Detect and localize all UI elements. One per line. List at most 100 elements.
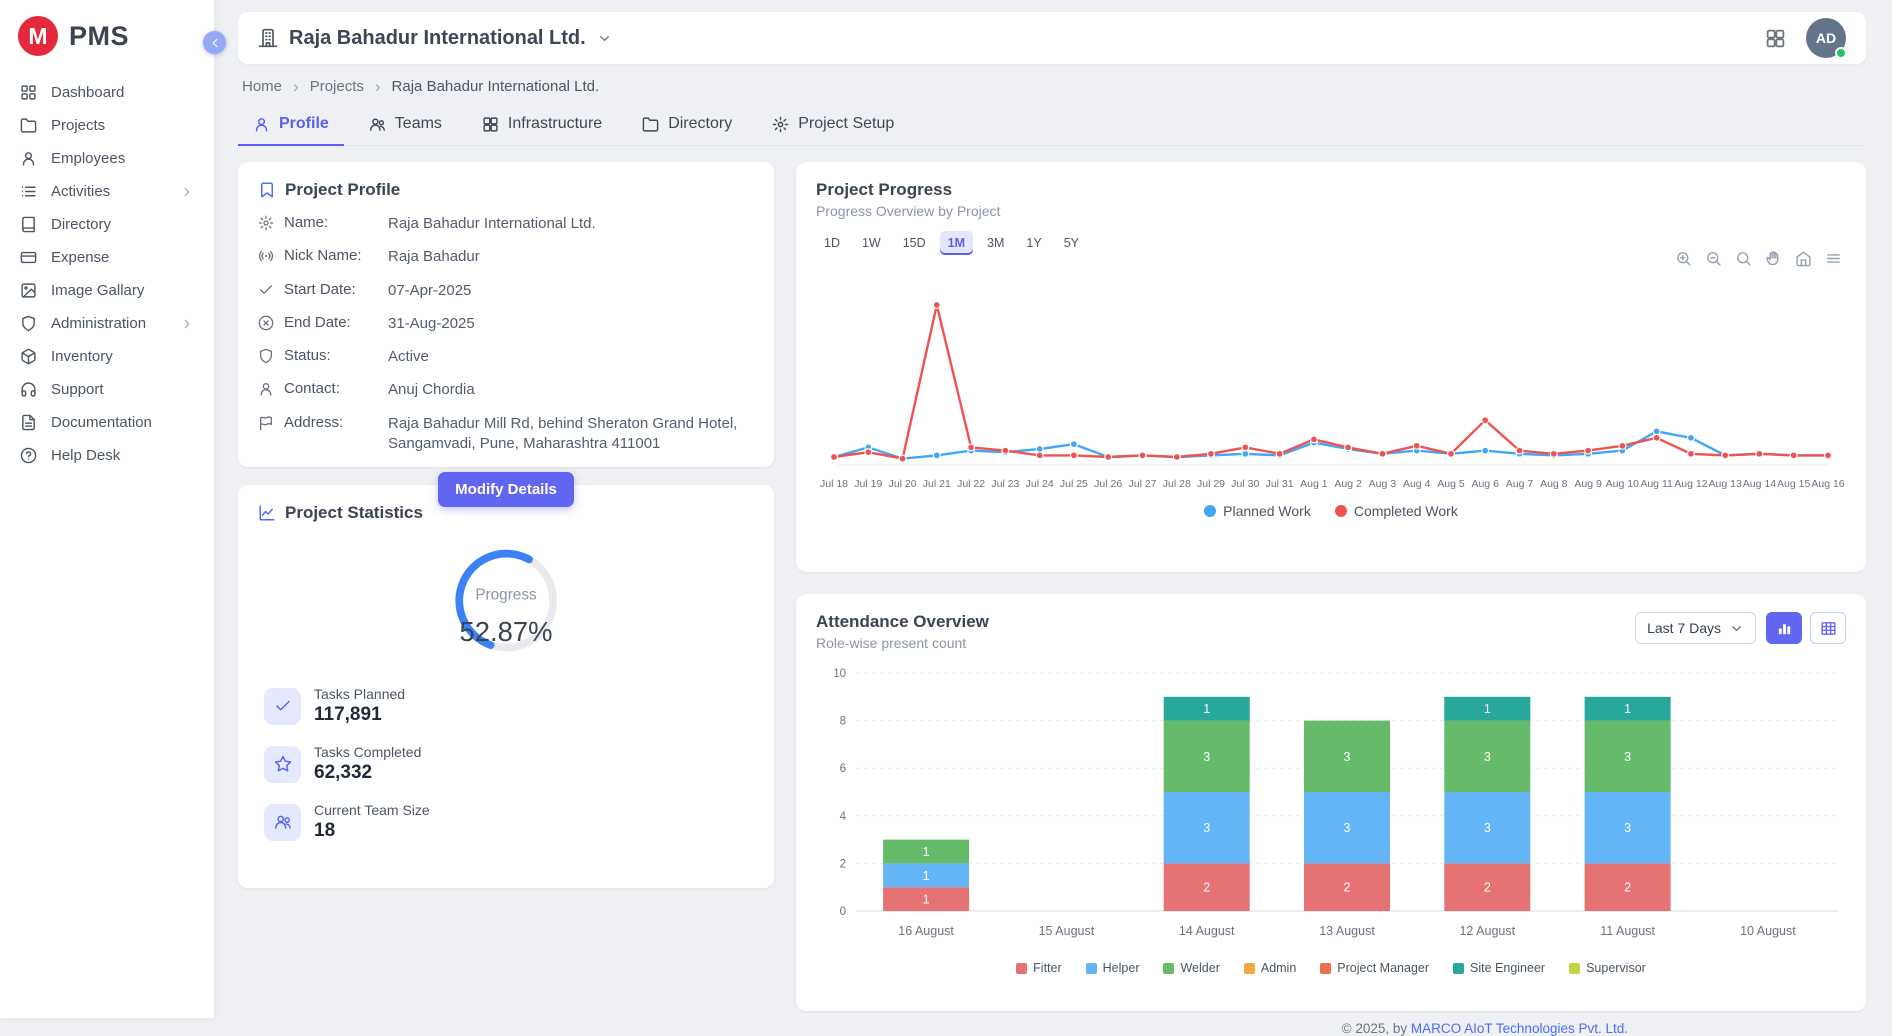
breadcrumb-separator: › [375, 78, 381, 95]
breadcrumb-home[interactable]: Home [242, 78, 282, 95]
sidebar-item-administration[interactable]: Administration [0, 307, 214, 340]
legend-item-fitter[interactable]: Fitter [1016, 961, 1061, 975]
sidebar-collapse-button[interactable] [203, 31, 226, 54]
zoom-in-icon[interactable] [1675, 250, 1692, 267]
sidebar-item-label: Expense [51, 249, 109, 266]
attendance-bar-chart[interactable]: 024681016 August11115 August14 August233… [816, 659, 1846, 959]
chevron-down-icon [597, 31, 612, 46]
range-button-1m[interactable]: 1M [940, 231, 973, 255]
users-icon [369, 116, 386, 133]
sidebar-item-directory[interactable]: Directory [0, 208, 214, 241]
legend-item-admin[interactable]: Admin [1244, 961, 1296, 975]
chevron-down-icon [597, 31, 612, 46]
modify-details-button[interactable]: Modify Details [438, 472, 574, 507]
legend-swatch [1453, 963, 1464, 974]
range-button-1w[interactable]: 1W [854, 231, 889, 255]
field-value: 07-Apr-2025 [388, 281, 754, 301]
tab-teams[interactable]: Teams [354, 105, 457, 146]
svg-text:2: 2 [1624, 881, 1631, 895]
sidebar-item-inventory[interactable]: Inventory [0, 340, 214, 373]
tab-project-setup[interactable]: Project Setup [757, 105, 909, 146]
range-button-1y[interactable]: 1Y [1018, 231, 1049, 255]
svg-text:Aug 13: Aug 13 [1709, 478, 1742, 490]
chevron-right-icon [180, 185, 194, 199]
svg-text:Jul 31: Jul 31 [1266, 478, 1294, 490]
legend-item-helper[interactable]: Helper [1086, 961, 1140, 975]
legend-item-completed-work[interactable]: Completed Work [1335, 503, 1458, 519]
sidebar-item-label: Directory [51, 216, 111, 233]
tab-profile[interactable]: Profile [238, 105, 344, 146]
user-avatar[interactable]: AD [1806, 18, 1846, 58]
sidebar-item-employees[interactable]: Employees [0, 142, 214, 175]
range-button-5y[interactable]: 5Y [1056, 231, 1087, 255]
company-selector[interactable]: Raja Bahadur International Ltd. [258, 27, 612, 50]
sidebar-item-label: Help Desk [51, 447, 120, 464]
range-button-3m[interactable]: 3M [979, 231, 1012, 255]
sidebar-item-support[interactable]: Support [0, 373, 214, 406]
svg-text:13 August: 13 August [1319, 924, 1375, 938]
field-label: Contact: [284, 380, 378, 397]
users-badge [264, 804, 301, 841]
legend-swatch [1244, 963, 1255, 974]
svg-text:Aug 2: Aug 2 [1334, 478, 1362, 490]
check-icon [274, 697, 292, 715]
sidebar-item-activities[interactable]: Activities [0, 175, 214, 208]
legend-item-planned-work[interactable]: Planned Work [1204, 503, 1311, 519]
tab-infrastructure[interactable]: Infrastructure [467, 105, 617, 146]
svg-text:10: 10 [833, 668, 846, 680]
zoom-out-icon [1705, 250, 1722, 267]
legend-swatch [1320, 963, 1331, 974]
pan-icon[interactable] [1765, 250, 1782, 267]
view-toggle-bar-chart[interactable] [1766, 612, 1802, 644]
tab-label: Infrastructure [508, 115, 602, 133]
svg-text:Jul 25: Jul 25 [1060, 478, 1088, 490]
svg-text:Aug 12: Aug 12 [1674, 478, 1707, 490]
chevron-down-icon [1729, 621, 1744, 636]
sidebar-item-label: Activities [51, 183, 110, 200]
menu-icon[interactable] [1825, 250, 1842, 267]
chevron-right-icon [180, 185, 194, 199]
sidebar: M PMS DashboardProjectsEmployeesActiviti… [0, 0, 214, 1018]
sidebar-item-label: Inventory [51, 348, 113, 365]
svg-text:Jul 19: Jul 19 [854, 478, 882, 490]
legend-label: Admin [1261, 961, 1296, 975]
stat-label: Tasks Planned [314, 686, 405, 702]
zoom-out-icon[interactable] [1705, 250, 1722, 267]
svg-text:3: 3 [1484, 821, 1491, 835]
apps-grid-button[interactable] [1765, 28, 1786, 49]
sidebar-item-dashboard[interactable]: Dashboard [0, 76, 214, 109]
stat-label: Current Team Size [314, 802, 430, 818]
legend-item-project-manager[interactable]: Project Manager [1320, 961, 1429, 975]
profile-field-status: Status:Active [258, 347, 754, 367]
sidebar-item-projects[interactable]: Projects [0, 109, 214, 142]
legend-item-site-engineer[interactable]: Site Engineer [1453, 961, 1545, 975]
home-icon[interactable] [1795, 250, 1812, 267]
sidebar-item-documentation[interactable]: Documentation [0, 406, 214, 439]
sidebar-item-help-desk[interactable]: Help Desk [0, 439, 214, 472]
svg-text:10 August: 10 August [1740, 924, 1796, 938]
legend-swatch [1086, 963, 1097, 974]
range-button-15d[interactable]: 15D [895, 231, 934, 255]
star-icon [274, 755, 292, 773]
zoom-selection-icon[interactable] [1735, 250, 1752, 267]
range-button-1d[interactable]: 1D [816, 231, 848, 255]
sidebar-item-label: Documentation [51, 414, 152, 431]
search-icon [1735, 250, 1752, 267]
project-profile-card: Project Profile Name:Raja Bahadur Intern… [238, 162, 774, 467]
legend-item-supervisor[interactable]: Supervisor [1569, 961, 1646, 975]
profile-field-name: Name:Raja Bahadur International Ltd. [258, 214, 754, 234]
sidebar-item-label: Employees [51, 150, 125, 167]
footer-link[interactable]: MARCO AIoT Technologies Pvt. Ltd. [1411, 1021, 1628, 1036]
legend-item-welder[interactable]: Welder [1163, 961, 1219, 975]
view-toggle-table[interactable] [1810, 612, 1846, 644]
sidebar-item-image-gallary[interactable]: Image Gallary [0, 274, 214, 307]
circle-x-icon [258, 315, 274, 331]
field-label: Start Date: [284, 281, 378, 298]
profile-fields: Name:Raja Bahadur International Ltd.Nick… [258, 214, 754, 454]
tab-directory[interactable]: Directory [627, 105, 747, 146]
date-range-select[interactable]: Last 7 Days [1635, 612, 1756, 644]
dashboard-icon [20, 84, 37, 101]
sidebar-item-expense[interactable]: Expense [0, 241, 214, 274]
progress-line-chart[interactable]: Jul 18Jul 19Jul 20Jul 21Jul 22Jul 23Jul … [816, 269, 1846, 501]
breadcrumb-projects[interactable]: Projects [310, 78, 364, 95]
